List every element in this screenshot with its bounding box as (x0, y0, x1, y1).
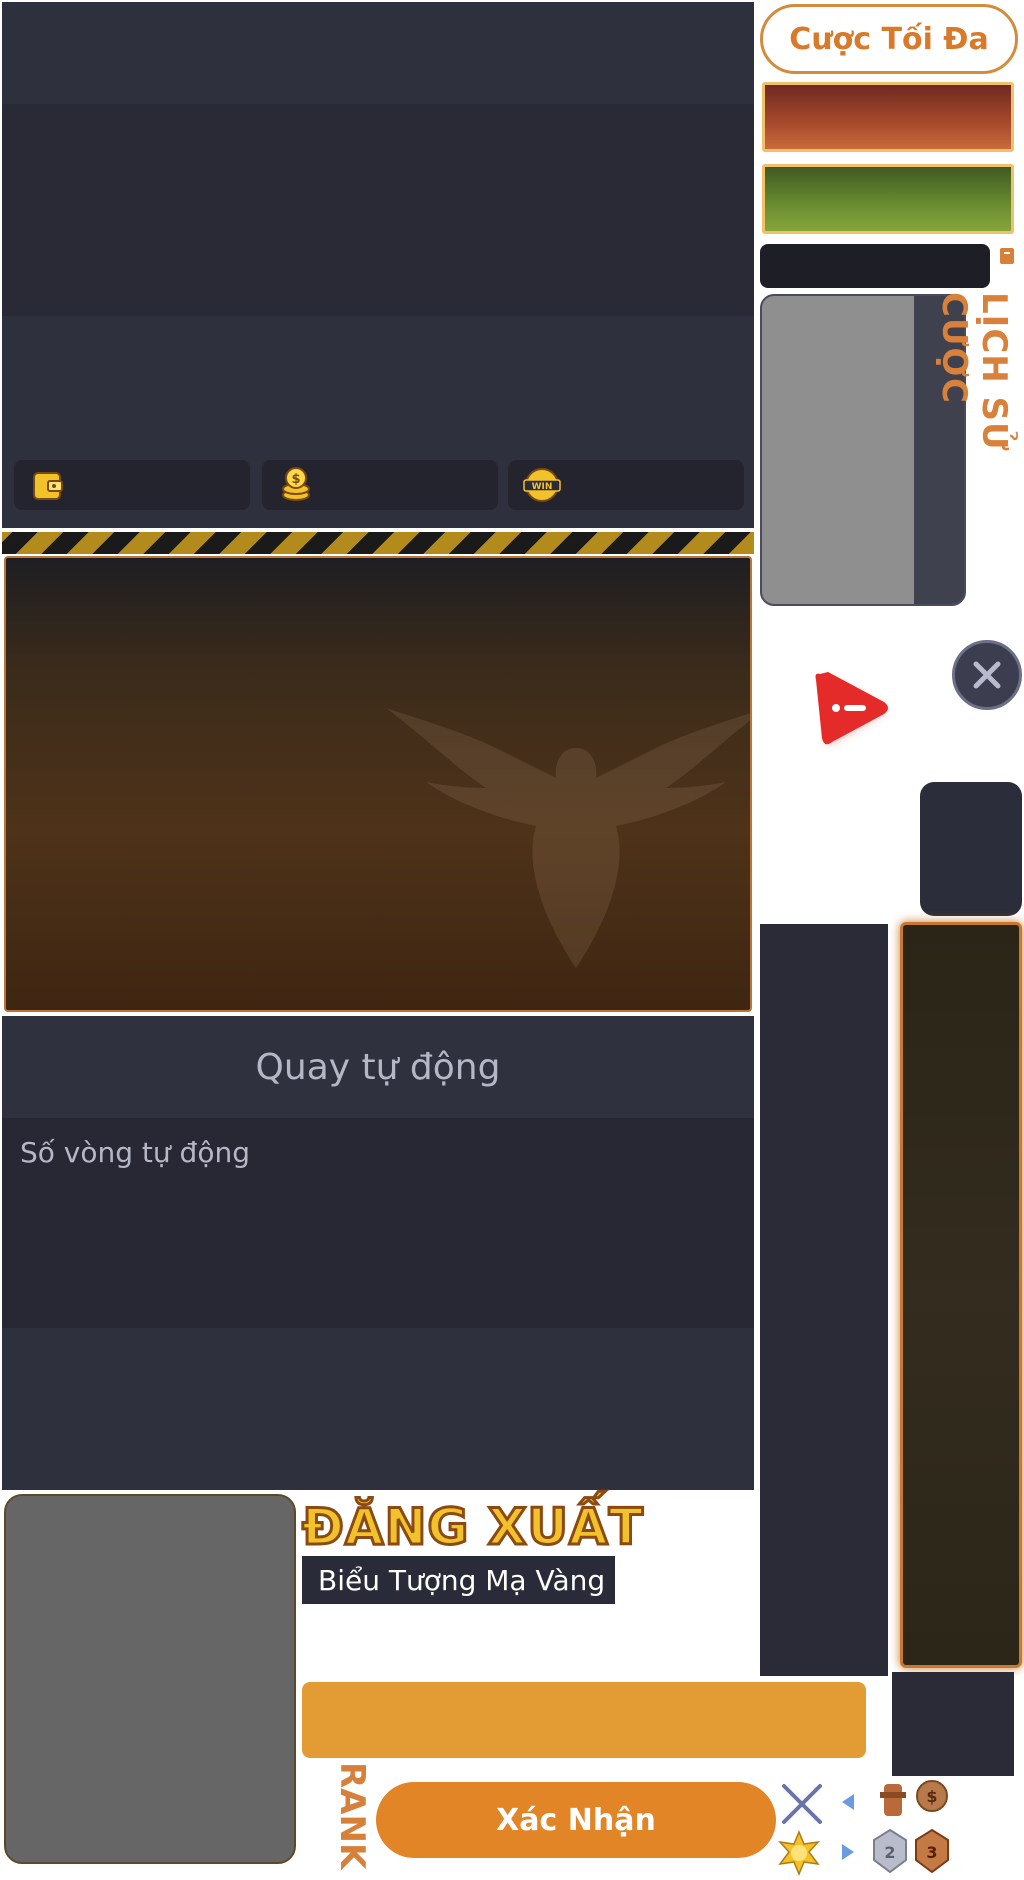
wallet-icon (33, 472, 63, 500)
auto-spin-title: Quay tự động (2, 1016, 754, 1118)
dark-pill (760, 244, 990, 288)
hazard-stripe (2, 532, 754, 554)
gray-placeholder-panel (4, 1494, 296, 1864)
svg-text:$: $ (291, 472, 300, 487)
svg-text:WIN: WIN (532, 482, 553, 492)
small-dark-panel (892, 1672, 1014, 1776)
game-background (4, 556, 752, 1012)
x-cross-icon (782, 1784, 822, 1824)
confirm-button[interactable]: Xác Nhận (376, 1782, 776, 1858)
bronze-totem-icon (880, 1784, 906, 1816)
top-panel-stripe (2, 104, 754, 316)
close-icon (973, 661, 1001, 689)
dark-column-panel (760, 924, 888, 1676)
symbol-label: Biểu Tượng Mạ Vàng (302, 1556, 616, 1604)
max-bet-button[interactable]: Cược Tối Đa (760, 4, 1018, 74)
svg-text:3: 3 (926, 1843, 937, 1862)
dark-square-panel (920, 782, 1022, 916)
auto-rounds-label: Số vòng tự động (20, 1136, 250, 1169)
green-banner (762, 164, 1014, 234)
bronze-medal-icon: 3 (915, 1828, 949, 1874)
rank-label: RANK (332, 1762, 372, 1870)
arrow-right-icon[interactable] (836, 1840, 860, 1864)
close-button[interactable] (952, 640, 1022, 710)
eagle-emblem-icon (386, 708, 750, 968)
bronze-column-panel (900, 922, 1022, 1668)
bet-pill: $ (262, 460, 498, 510)
red-banner (762, 82, 1014, 152)
win-pill: WIN (508, 460, 744, 510)
orange-bar (302, 1682, 866, 1758)
silver-medal-icon: 2 (873, 1828, 907, 1874)
arrow-left-icon[interactable] (836, 1790, 860, 1814)
warning-icon (815, 672, 888, 745)
balance-pill (14, 460, 250, 510)
scroll-icon (1000, 248, 1014, 264)
svg-text:2: 2 (884, 1843, 895, 1862)
history-title[interactable]: LỊCH SỬ CƯỢC (934, 292, 1014, 572)
bronze-coin-icon: $ (916, 1780, 948, 1812)
coins-icon: $ (282, 467, 310, 501)
gold-sun-medal-icon (778, 1830, 820, 1876)
svg-text:$: $ (926, 1787, 937, 1806)
logout-title[interactable]: ĐĂNG XUẤT (301, 1497, 645, 1558)
win-icon: WIN (523, 468, 561, 502)
